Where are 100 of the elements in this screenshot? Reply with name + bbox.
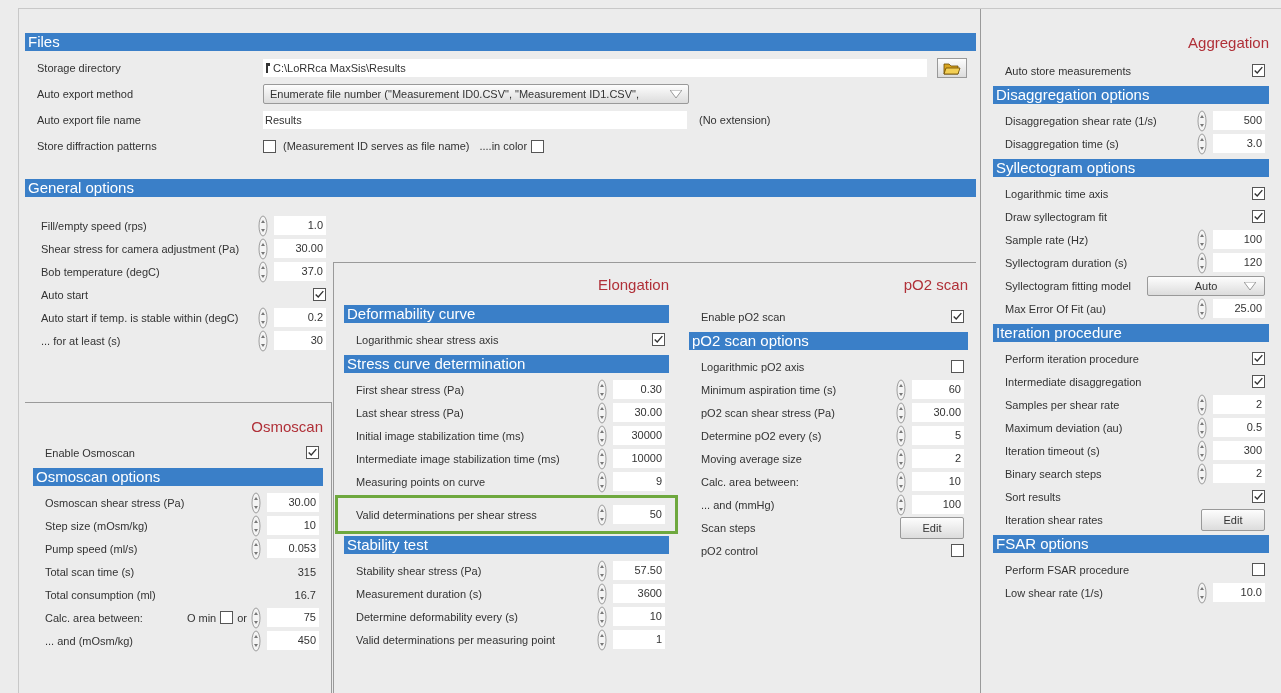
checkbox[interactable]	[263, 139, 276, 153]
spinner-icon[interactable]	[896, 401, 906, 424]
setting-label: Osmoscan shear stress (Pa)	[45, 496, 186, 509]
number-field[interactable]: 120	[1213, 253, 1265, 272]
number-field[interactable]: 30000	[613, 426, 665, 445]
spinner-icon[interactable]	[251, 514, 261, 537]
checkbox[interactable]	[1252, 375, 1265, 388]
number-field[interactable]: 1.0	[274, 216, 326, 235]
checkbox[interactable]	[220, 611, 234, 624]
number-field[interactable]: 75	[267, 608, 319, 627]
text-field[interactable]: Results	[263, 111, 687, 129]
number-field[interactable]: 10	[613, 607, 665, 626]
checkbox[interactable]	[951, 360, 964, 373]
spinner-icon[interactable]	[251, 491, 261, 514]
number-field[interactable]: 9	[613, 472, 665, 491]
number-field[interactable]: 10	[267, 516, 319, 535]
number-field[interactable]: 0.053	[267, 539, 319, 558]
number-field[interactable]: 50	[613, 505, 665, 524]
number-field[interactable]: 57.50	[613, 561, 665, 580]
number-field[interactable]: 3.0	[1213, 134, 1265, 153]
spinner-icon[interactable]	[597, 559, 607, 582]
checkbox[interactable]	[1252, 490, 1265, 503]
number-field[interactable]: 25.00	[1213, 299, 1265, 318]
spinner-icon[interactable]	[258, 237, 268, 260]
spinner-icon[interactable]	[597, 424, 607, 447]
checkbox[interactable]	[1252, 187, 1265, 200]
checkbox[interactable]	[1252, 210, 1265, 223]
spinner-icon[interactable]	[258, 260, 268, 283]
spinner-icon[interactable]	[258, 214, 268, 237]
spinner-icon[interactable]	[258, 329, 268, 352]
number-field[interactable]: 30.00	[274, 239, 326, 258]
number-field[interactable]: 0.2	[274, 308, 326, 327]
dropdown[interactable]: Auto	[1147, 275, 1265, 296]
number-field[interactable]: 30	[274, 331, 326, 350]
number-field[interactable]: 2	[912, 449, 964, 468]
number-field[interactable]: 0.30	[613, 380, 665, 399]
spinner-icon[interactable]	[258, 306, 268, 329]
number-field[interactable]: 1	[613, 630, 665, 649]
spinner-icon[interactable]	[251, 629, 261, 652]
number-field[interactable]: 0.5	[1213, 418, 1265, 437]
number-field[interactable]: 30.00	[267, 493, 319, 512]
number-field[interactable]: 100	[1213, 230, 1265, 249]
number-field[interactable]: 3600	[613, 584, 665, 603]
setting-label: Total consumption (ml)	[45, 588, 157, 601]
number-field[interactable]: 2	[1213, 464, 1265, 483]
spinner-icon[interactable]	[251, 537, 261, 560]
spinner-icon[interactable]	[896, 447, 906, 470]
setting-label: Logarithmic shear stress axis	[356, 333, 500, 346]
spinner-icon[interactable]	[597, 582, 607, 605]
checkbox[interactable]	[951, 310, 964, 323]
number-field[interactable]: 100	[912, 495, 964, 514]
number-field[interactable]: 10	[912, 472, 964, 491]
checkbox[interactable]	[1252, 64, 1265, 77]
spinner-icon[interactable]	[1197, 581, 1207, 604]
spinner-icon[interactable]	[896, 470, 906, 493]
spinner-icon[interactable]	[896, 424, 906, 447]
number-field[interactable]: 2	[1213, 395, 1265, 414]
number-field[interactable]: 500	[1213, 111, 1265, 130]
edit-button[interactable]: Edit	[1201, 508, 1265, 531]
checkbox[interactable]	[652, 333, 665, 346]
edit-button[interactable]: Edit	[900, 516, 964, 539]
checkbox[interactable]	[1252, 352, 1265, 365]
spinner-icon[interactable]	[597, 447, 607, 470]
number-field[interactable]: 37.0	[274, 262, 326, 281]
spinner-icon[interactable]	[1197, 109, 1207, 132]
spinner-icon[interactable]	[1197, 439, 1207, 462]
setting-label: Stability shear stress (Pa)	[356, 564, 483, 577]
spinner-icon[interactable]	[597, 628, 607, 651]
dropdown[interactable]: Enumerate file number ("Measurement ID0.CSV", "Measurement ID1.CSV",	[263, 84, 689, 104]
spinner-icon[interactable]	[1197, 416, 1207, 439]
spinner-icon[interactable]	[251, 606, 261, 629]
number-field[interactable]: 300	[1213, 441, 1265, 460]
spinner-icon[interactable]	[896, 493, 906, 516]
number-field[interactable]: 30.00	[912, 403, 964, 422]
section-header: Stress curve determination	[344, 355, 669, 373]
checkbox[interactable]	[313, 288, 326, 301]
spinner-icon[interactable]	[1197, 393, 1207, 416]
spinner-icon[interactable]	[1197, 462, 1207, 485]
number-field[interactable]: 10.0	[1213, 583, 1265, 602]
number-field[interactable]: 30.00	[613, 403, 665, 422]
spinner-icon[interactable]	[1197, 251, 1207, 274]
spinner-icon[interactable]	[1197, 132, 1207, 155]
checkbox[interactable]	[1252, 563, 1265, 576]
spinner-icon[interactable]	[896, 378, 906, 401]
number-field[interactable]: 450	[267, 631, 319, 650]
spinner-icon[interactable]	[1197, 228, 1207, 251]
checkbox[interactable]	[306, 446, 319, 459]
spinner-icon[interactable]	[597, 378, 607, 401]
spinner-icon[interactable]	[597, 503, 607, 526]
browse-button[interactable]	[937, 58, 967, 78]
spinner-icon[interactable]	[597, 470, 607, 493]
number-field[interactable]: 5	[912, 426, 964, 445]
spinner-icon[interactable]	[597, 605, 607, 628]
number-field[interactable]: 10000	[613, 449, 665, 468]
number-field[interactable]: 60	[912, 380, 964, 399]
spinner-icon[interactable]	[597, 401, 607, 424]
spinner-icon[interactable]	[1197, 297, 1207, 320]
checkbox[interactable]	[531, 139, 545, 153]
directory-field[interactable]: C:\LoRRca MaxSis\Results	[263, 59, 927, 77]
checkbox[interactable]	[951, 544, 964, 557]
